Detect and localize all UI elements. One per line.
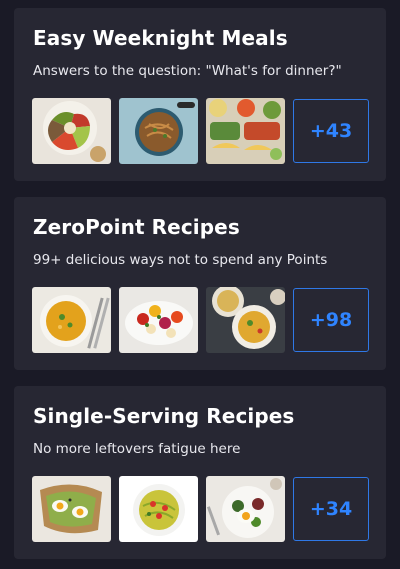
collection-card-zeropoint[interactable]: ZeroPoint Recipes 99+ delicious ways not… [14, 197, 386, 370]
more-recipes-button[interactable]: +43 [293, 99, 369, 163]
recipe-thumbnail-egg-toast[interactable] [32, 476, 111, 542]
more-recipes-button[interactable]: +98 [293, 288, 369, 352]
more-recipes-count: +43 [309, 120, 353, 142]
recipe-thumbnail-egg-salad[interactable] [206, 476, 285, 542]
thumbnail-row: +43 [32, 98, 369, 164]
collection-title: Single-Serving Recipes [33, 404, 295, 428]
recipe-thumbnail-curry-soup[interactable] [32, 287, 111, 353]
recipe-thumbnail-grain-bowl[interactable] [32, 98, 111, 164]
collection-card-single-serving[interactable]: Single-Serving Recipes No more leftovers… [14, 386, 386, 559]
collection-subtitle: Answers to the question: "What's for din… [33, 63, 342, 79]
recipe-thumbnail-taco-platter[interactable] [206, 98, 285, 164]
recipe-thumbnail-veggie-noodles[interactable] [119, 476, 198, 542]
recipe-thumbnail-stuffed-peppers[interactable] [119, 287, 198, 353]
collection-card-easy-weeknight[interactable]: Easy Weeknight Meals Answers to the ques… [14, 8, 386, 181]
collection-subtitle: No more leftovers fatigue here [33, 441, 241, 457]
more-recipes-button[interactable]: +34 [293, 477, 369, 541]
recipe-thumbnail-noodle-pan[interactable] [119, 98, 198, 164]
collection-title: Easy Weeknight Meals [33, 26, 288, 50]
more-recipes-count: +34 [309, 498, 353, 520]
recipe-thumbnail-soup-bowls[interactable] [206, 287, 285, 353]
thumbnail-row: +34 [32, 476, 369, 542]
collection-title: ZeroPoint Recipes [33, 215, 240, 239]
thumbnail-row: +98 [32, 287, 369, 353]
more-recipes-count: +98 [309, 309, 353, 331]
collection-subtitle: 99+ delicious ways not to spend any Poin… [33, 252, 328, 268]
